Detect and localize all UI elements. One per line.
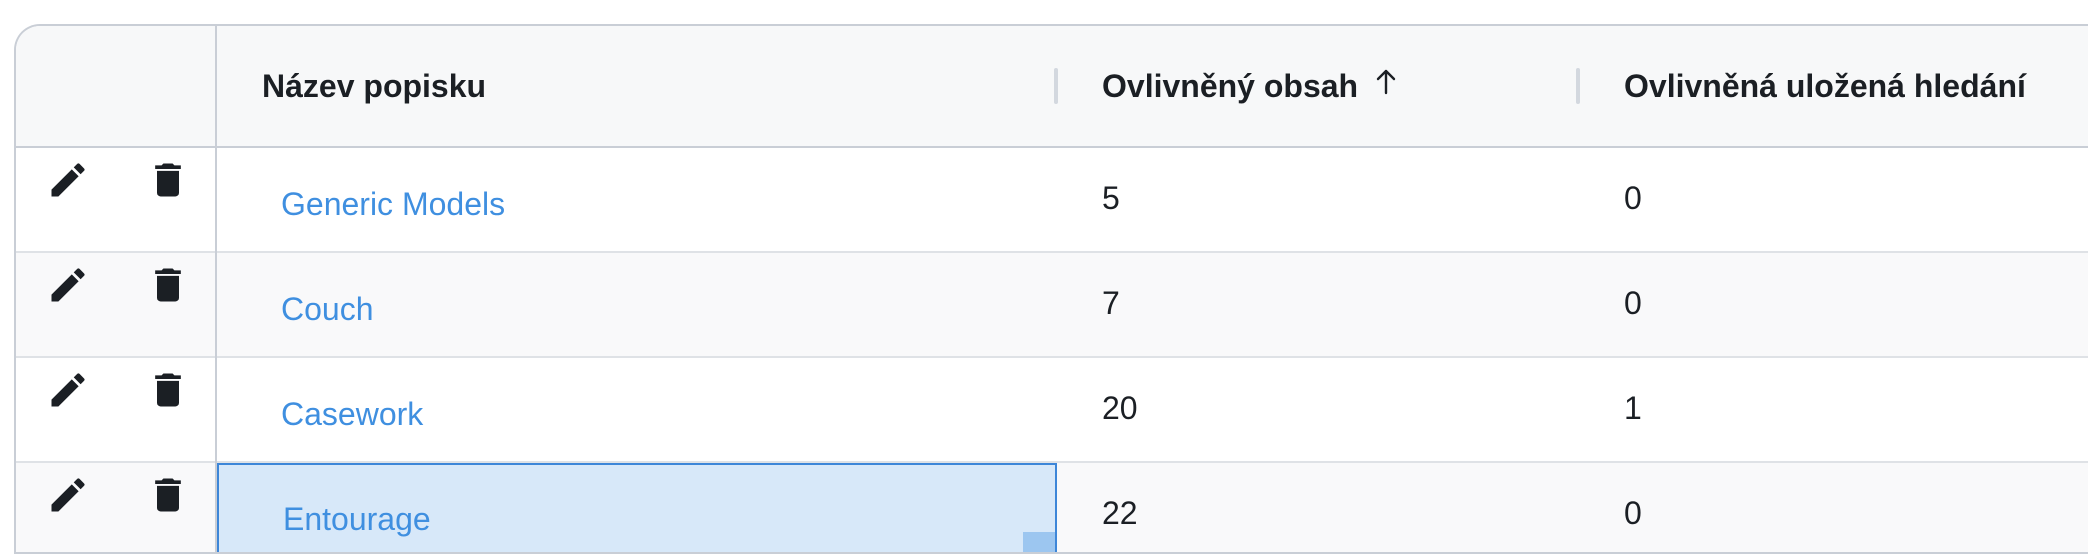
pencil-icon — [51, 163, 85, 197]
delete-button[interactable] — [146, 158, 190, 202]
name-cell-selected[interactable]: Entourage — [217, 463, 1057, 552]
affected-saved-searches-cell: 0 — [1624, 285, 1642, 321]
column-header-affected-saved-searches[interactable]: Ovlivněná uložená hledání — [1624, 26, 2026, 146]
affected-content-cell: 5 — [1102, 180, 1120, 216]
trash-icon — [155, 373, 181, 407]
labels-table: Název popisku Ovlivněný obsah Ovlivněná … — [14, 24, 2088, 554]
actions-column-divider — [215, 26, 217, 552]
pencil-icon — [51, 373, 85, 407]
pencil-icon — [51, 478, 85, 512]
column-header-name-label: Název popisku — [262, 67, 487, 104]
name-cell[interactable]: Casework — [217, 358, 1057, 461]
name-cell[interactable]: Generic Models — [217, 148, 1057, 251]
table-row[interactable]: Couch 7 0 — [16, 253, 2088, 358]
selection-fill-handle[interactable] — [1023, 532, 1055, 552]
table-row[interactable]: Casework 20 1 — [16, 358, 2088, 463]
edit-button[interactable] — [46, 368, 90, 412]
trash-icon — [155, 478, 181, 512]
label-name-link[interactable]: Couch — [281, 281, 374, 328]
column-header-affected-saved-searches-label: Ovlivněná uložená hledání — [1624, 67, 2026, 104]
pencil-icon — [51, 268, 85, 302]
table-row[interactable]: Generic Models 5 0 — [16, 148, 2088, 253]
trash-icon — [155, 268, 181, 302]
delete-button[interactable] — [146, 368, 190, 412]
affected-saved-searches-cell: 0 — [1624, 495, 1642, 531]
edit-button[interactable] — [46, 263, 90, 307]
column-header-affected-content-label: Ovlivněný obsah — [1102, 67, 1359, 104]
column-header-affected-content[interactable]: Ovlivněný obsah — [1102, 26, 1396, 146]
edit-button[interactable] — [46, 158, 90, 202]
label-name-link[interactable]: Casework — [281, 386, 423, 433]
label-name-link[interactable]: Entourage — [283, 491, 431, 538]
trash-icon — [155, 163, 181, 197]
table-header-row: Název popisku Ovlivněný obsah Ovlivněná … — [16, 26, 2088, 148]
affected-content-cell: 22 — [1102, 495, 1138, 531]
table-row[interactable]: Entourage 22 0 — [16, 463, 2088, 552]
delete-button[interactable] — [146, 473, 190, 517]
arrow-up-icon — [1376, 66, 1396, 95]
name-cell[interactable]: Couch — [217, 253, 1057, 356]
column-resize-handle[interactable] — [1576, 68, 1580, 104]
affected-saved-searches-cell: 0 — [1624, 180, 1642, 216]
affected-content-cell: 20 — [1102, 390, 1138, 426]
affected-content-cell: 7 — [1102, 285, 1120, 321]
column-resize-handle[interactable] — [1054, 68, 1058, 104]
delete-button[interactable] — [146, 263, 190, 307]
column-header-name[interactable]: Název popisku — [262, 26, 486, 146]
label-name-link[interactable]: Generic Models — [281, 176, 505, 223]
edit-button[interactable] — [46, 473, 90, 517]
affected-saved-searches-cell: 1 — [1624, 390, 1642, 426]
